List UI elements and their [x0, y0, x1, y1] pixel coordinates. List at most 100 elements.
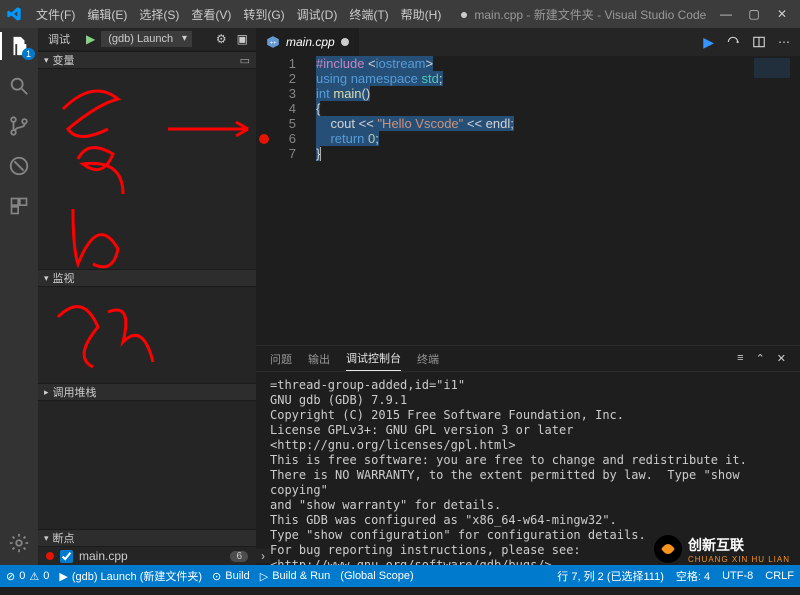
section-watch[interactable]: 监视 [38, 269, 256, 287]
panel-tab-output[interactable]: 输出 [308, 347, 330, 371]
split-editor-icon[interactable] [752, 35, 766, 49]
panel-tab-debugconsole[interactable]: 调试控制台 [346, 346, 401, 371]
watermark-text: 创新互联 [688, 537, 744, 553]
section-breakpoints[interactable]: 断点 [38, 529, 256, 547]
dirty-indicator-icon [341, 38, 349, 46]
menu-terminal[interactable]: 终端(T) [343, 2, 394, 27]
panel-tab-problems[interactable]: 问题 [270, 347, 292, 371]
debug-sidebar: 调试 ▶ (gdb) Launch ⚙ ▣ 变量 ▭ 监视 [38, 28, 256, 565]
close-button[interactable]: ✕ [776, 7, 788, 21]
section-callstack[interactable]: 调用堆栈 [38, 383, 256, 401]
window-title: main.cpp - 新建文件夹 - Visual Studio Code [447, 6, 720, 23]
status-eol[interactable]: CRLF [765, 570, 794, 582]
branch-icon [8, 115, 30, 137]
watch-body [38, 287, 256, 383]
line-number: 3 [272, 86, 296, 101]
error-count: 0 [19, 570, 25, 582]
launch-label: (gdb) Launch (新建文件夹) [72, 568, 202, 584]
settings-icon[interactable]: ⚙ [216, 32, 227, 46]
panel-tab-terminal[interactable]: 终端 [417, 347, 439, 371]
status-encoding[interactable]: UTF-8 [722, 570, 753, 582]
collapse-icon[interactable]: ▭ [240, 54, 250, 67]
run-button[interactable]: ▶ [703, 34, 714, 51]
line-number: 6 [272, 131, 296, 146]
more-icon[interactable]: ⋯ [778, 35, 790, 49]
line-number: 4 [272, 101, 296, 116]
status-build[interactable]: ⊙ Build [212, 570, 250, 583]
code-line[interactable]: cout << "Hello Vscode" << endl; [316, 116, 800, 131]
menu-selection[interactable]: 选择(S) [133, 2, 185, 27]
line-number: 5 [272, 116, 296, 131]
status-build-run[interactable]: ▷ Build & Run [260, 570, 331, 583]
status-cursor[interactable]: 行 7, 列 2 (已选择111) [557, 568, 664, 584]
explorer-badge: 1 [22, 48, 35, 60]
editor-tab-main[interactable]: ++ main.cpp [256, 28, 359, 56]
minimap-viewport[interactable] [754, 58, 790, 78]
maximize-button[interactable]: ▢ [748, 7, 760, 21]
status-errors[interactable]: ⊘ 0 ⚠ 0 [6, 570, 49, 583]
menu-debug[interactable]: 调试(D) [291, 2, 344, 27]
status-scope[interactable]: (Global Scope) [340, 570, 413, 582]
panel-collapse-icon[interactable]: ⌃ [756, 352, 765, 365]
line-number: 1 [272, 56, 296, 71]
console-icon[interactable]: ▣ [237, 32, 248, 46]
activity-search[interactable] [7, 74, 31, 98]
minimap[interactable] [750, 56, 800, 176]
breakpoint-file: main.cpp [79, 549, 128, 563]
status-spaces[interactable]: 空格: 4 [676, 568, 710, 584]
activity-scm[interactable] [7, 114, 31, 138]
launch-config-select[interactable]: (gdb) Launch [101, 31, 192, 47]
code-line[interactable]: return 0; [316, 131, 800, 146]
code-line[interactable]: { [316, 101, 800, 116]
section-callstack-label: 调用堆栈 [53, 384, 97, 400]
menu-file[interactable]: 文件(F) [30, 2, 81, 27]
activity-settings[interactable] [7, 531, 31, 555]
debug-header: 调试 ▶ (gdb) Launch ⚙ ▣ [38, 28, 256, 51]
code-content[interactable]: #include <iostream>using namespace std;i… [304, 56, 800, 345]
breakpoint-row[interactable]: main.cpp 6 [38, 547, 256, 565]
menu-go[interactable]: 转到(G) [237, 2, 290, 27]
code-line[interactable]: int main() [316, 86, 800, 101]
line-number-gutter: 1234567 [272, 56, 304, 345]
section-variables[interactable]: 变量 ▭ [38, 51, 256, 69]
watermark-icon [654, 535, 682, 563]
activity-extensions[interactable] [7, 194, 31, 218]
line-number: 7 [272, 146, 296, 161]
build-label: Build [225, 570, 249, 582]
panel-clear-icon[interactable]: ≡ [737, 352, 743, 365]
title-app: Visual Studio Code [604, 8, 706, 22]
step-over-icon[interactable] [726, 35, 740, 49]
activity-bar: 1 [0, 28, 38, 565]
breakpoint-line-badge: 6 [230, 551, 248, 562]
code-line[interactable]: #include <iostream> [316, 56, 800, 71]
status-launch[interactable]: ▶ (gdb) Launch (新建文件夹) [59, 568, 202, 584]
menu-edit[interactable]: 编辑(E) [81, 2, 133, 27]
breakpoint-checkbox[interactable] [60, 550, 73, 563]
activity-explorer[interactable]: 1 [7, 34, 31, 58]
activity-debug[interactable] [7, 154, 31, 178]
watermark-logo: 创新互联 CHUANG XIN HU LIAN [654, 531, 794, 567]
panel-tabs: 问题 输出 调试控制台 终端 ≡ ⌃ ✕ [256, 346, 800, 372]
menu-bar: 文件(F) 编辑(E) 选择(S) 查看(V) 转到(G) 调试(D) 终端(T… [30, 2, 447, 27]
text-cursor [320, 147, 321, 161]
title-folder: 新建文件夹 [534, 8, 594, 22]
breakpoint-marker-icon[interactable] [259, 134, 269, 144]
menu-view[interactable]: 查看(V) [185, 2, 237, 27]
breakpoint-gutter[interactable] [256, 56, 272, 345]
extensions-icon [9, 196, 29, 216]
panel-close-icon[interactable]: ✕ [777, 352, 786, 365]
debug-tab[interactable]: 调试 [38, 28, 80, 50]
breadcrumb-chevron-icon[interactable]: › [256, 549, 270, 563]
status-bar: ⊘ 0 ⚠ 0 ▶ (gdb) Launch (新建文件夹) ⊙ Build ▷… [0, 565, 800, 587]
editor-body[interactable]: 1234567 #include <iostream>using namespa… [256, 56, 800, 345]
bug-icon [8, 155, 30, 177]
minimize-button[interactable]: — [720, 7, 732, 21]
code-line[interactable]: } [316, 146, 800, 161]
start-debug-button[interactable]: ▶ [86, 32, 95, 46]
cpp-file-icon: ++ [266, 35, 280, 49]
menu-help[interactable]: 帮助(H) [395, 2, 448, 27]
editor-tabs: ++ main.cpp ▶ ⋯ [256, 28, 800, 56]
code-line[interactable]: using namespace std; [316, 71, 800, 86]
window-controls: — ▢ ✕ [720, 7, 794, 21]
title-filename: main.cpp [474, 8, 523, 22]
